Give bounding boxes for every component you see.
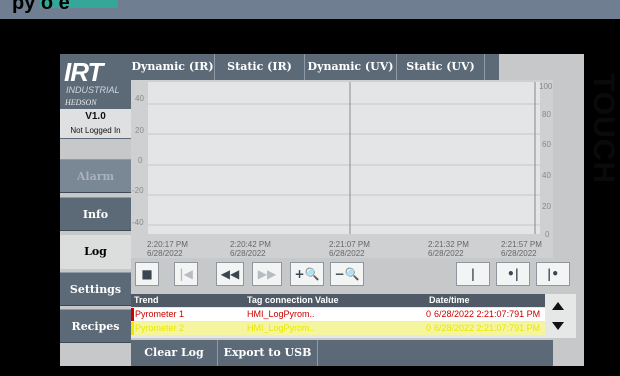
ruler-button[interactable]: | (456, 262, 490, 286)
tab-dynamic-uv[interactable]: Dynamic (UV) (305, 54, 397, 80)
nav-alarm[interactable]: Alarm (60, 159, 131, 193)
right-axis-label: 0 (545, 230, 550, 239)
nav-log[interactable]: Log (60, 235, 131, 269)
ruler-forward-button[interactable]: |• (536, 262, 570, 286)
left-axis-label: -20 (132, 186, 144, 195)
right-axis-label: 100 (539, 82, 553, 91)
time-label: 2:21:07 PM 6/28/2022 (329, 240, 370, 258)
right-axis-label: 20 (542, 202, 551, 211)
nav-recipes[interactable]: Recipes (60, 309, 131, 343)
table-header: Trend Tag connection Value Date/time (131, 294, 545, 307)
export-usb-button[interactable]: Export to USB (218, 340, 318, 366)
time-label: 2:21:57 PM 6/28/2022 (501, 240, 542, 258)
trend-plot[interactable] (148, 82, 540, 234)
next-button[interactable]: ▶▶ (252, 262, 282, 286)
top-bar: py o e (0, 0, 620, 19)
industrial-label: INDUSTRIAL (66, 85, 120, 95)
zoom-out-button[interactable]: −🔍 (330, 262, 364, 286)
left-axis-label: -40 (132, 218, 144, 227)
scroll-up-icon[interactable] (552, 302, 564, 310)
bottom-action-bar: Clear Log Export to USB (131, 340, 553, 366)
version-label: V1.0 (60, 109, 131, 124)
previous-button[interactable]: ◀◀ (216, 262, 244, 286)
column-date-time: Date/time (429, 295, 470, 305)
left-axis-label: 40 (135, 94, 144, 103)
nav-settings[interactable]: Settings (60, 272, 131, 306)
right-axis-label: 40 (542, 171, 551, 180)
sidebar: IRT INDUSTRIAL HEDSON V1.0 Not Logged In… (60, 54, 131, 366)
left-axis-label: 0 (138, 156, 143, 165)
tab-static-ir[interactable]: Static (IR) (215, 54, 305, 80)
clear-log-button[interactable]: Clear Log (131, 340, 218, 366)
trend-grid (148, 82, 540, 234)
ruler-back-button[interactable]: •| (496, 262, 530, 286)
tab-dynamic-ir[interactable]: Dynamic (IR) (131, 54, 215, 80)
hedson-label: HEDSON (65, 98, 97, 107)
column-trend: Trend (134, 295, 159, 305)
column-value: Value (315, 295, 339, 305)
table-row[interactable]: Pyrometer 2 HMI_LogPyrom.. 0 6/28/2022 2… (131, 322, 545, 335)
first-page-button[interactable]: |◀ (174, 262, 198, 286)
stop-button[interactable]: ■ (135, 262, 159, 286)
trend-view: 40 20 0 -20 -40 100 80 60 40 20 0 2:20:1… (131, 80, 553, 258)
nav-info[interactable]: Info (60, 197, 131, 231)
time-label: 2:21:32 PM 6/28/2022 (428, 240, 469, 258)
tab-bar: Dynamic (IR) Static (IR) Dynamic (UV) St… (131, 54, 499, 80)
tab-static-uv[interactable]: Static (UV) (397, 54, 485, 80)
irt-logo: IRT (64, 57, 103, 87)
scroll-down-icon[interactable] (552, 322, 564, 330)
touch-brand: TOUCH (587, 73, 620, 185)
table-row[interactable]: Pyrometer 1 HMI_LogPyrom.. 0 6/28/2022 2… (131, 308, 545, 321)
right-axis-label: 60 (542, 140, 551, 149)
left-axis-label: 20 (135, 126, 144, 135)
right-axis-label: 80 (542, 110, 551, 119)
time-label: 2:20:42 PM 6/28/2022 (230, 240, 271, 258)
login-status: Not Logged In (60, 124, 131, 138)
table-scrollbar[interactable] (545, 294, 576, 338)
column-tag-connection: Tag connection (247, 295, 313, 305)
time-label: 2:20:17 PM 6/28/2022 (147, 240, 188, 258)
zoom-in-button[interactable]: +🔍 (290, 262, 324, 286)
header-title-fragment: py o e (12, 0, 70, 14)
trend-table: Trend Tag connection Value Date/time Pyr… (131, 294, 545, 338)
